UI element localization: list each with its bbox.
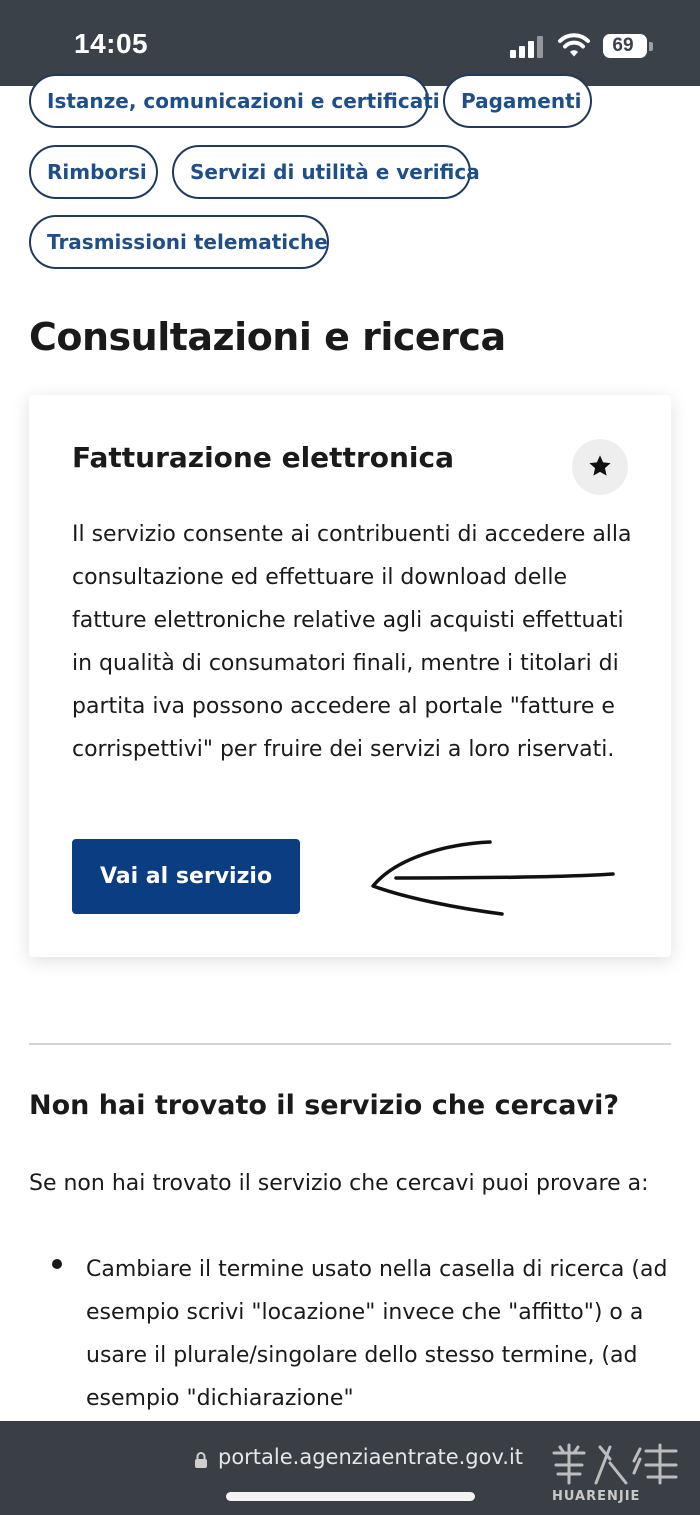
- category-chip-rimborsi[interactable]: Rimborsi: [29, 145, 158, 199]
- wifi-icon: [558, 33, 590, 57]
- favorite-button[interactable]: [572, 439, 628, 495]
- section-divider: [29, 1043, 671, 1045]
- battery-icon: 69: [603, 34, 653, 58]
- category-chip-pagamenti[interactable]: Pagamenti: [443, 74, 592, 128]
- service-card-title: Fatturazione elettronica: [72, 441, 455, 474]
- star-icon: [589, 455, 611, 476]
- hand-drawn-arrow-icon: [371, 840, 615, 916]
- battery-level: 69: [612, 35, 634, 56]
- category-chip-istanze[interactable]: Istanze, comunicazioni e certificati: [29, 74, 440, 128]
- vai-al-servizio-button[interactable]: Vai al servizio: [72, 839, 300, 914]
- status-time: 14:05: [74, 28, 149, 59]
- category-chip-trasmissioni[interactable]: Trasmissioni telematiche: [29, 215, 329, 269]
- help-title: Non hai trovato il servizio che cercavi?: [29, 1090, 620, 1121]
- signal-icon: [510, 36, 546, 58]
- help-intro: Se non hai trovato il servizio che cerca…: [29, 1171, 649, 1196]
- section-title: Consultazioni e ricerca: [29, 315, 506, 359]
- watermark-text: HUARENJIE: [552, 1489, 641, 1504]
- watermark-logo: HUARENJIE: [548, 1441, 693, 1507]
- help-list-item: Cambiare il termine usato nella casella …: [86, 1257, 668, 1411]
- bullet-icon: [52, 1259, 62, 1269]
- browser-address-bar: portale.agenziaentrate.gov.it HUARENJIE: [0, 1421, 700, 1515]
- service-card-description: Il servizio consente ai contribuenti di …: [72, 522, 632, 762]
- category-chip-servizi-utilita[interactable]: Servizi di utilità e verifica: [172, 145, 480, 199]
- url-field[interactable]: portale.agenziaentrate.gov.it: [218, 1445, 523, 1469]
- lock-icon: [195, 1452, 207, 1468]
- home-indicator[interactable]: [226, 1492, 475, 1501]
- watermark-glyphs-icon: [552, 1443, 678, 1485]
